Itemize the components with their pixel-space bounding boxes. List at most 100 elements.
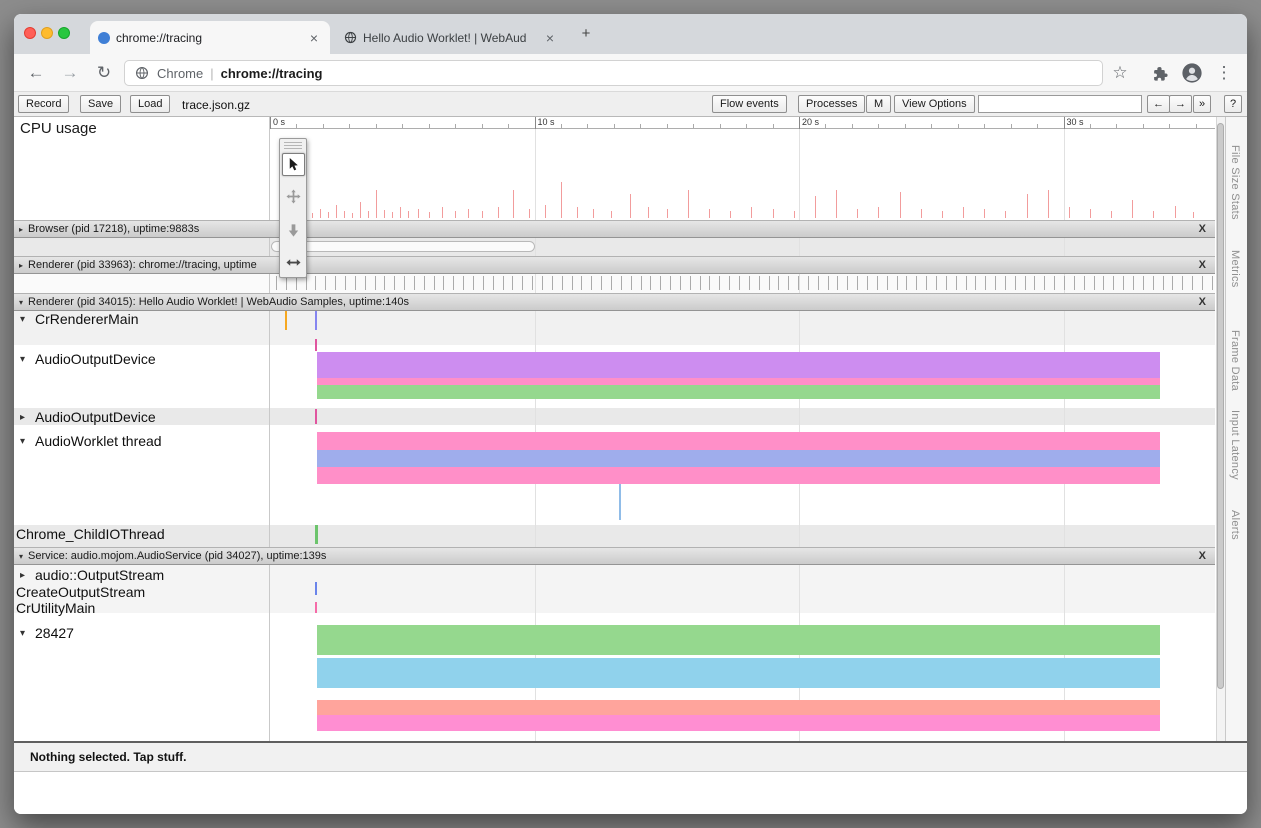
extensions-puzzle-icon[interactable] [1148,61,1172,85]
trace-event-tick[interactable] [956,276,957,290]
profile-avatar[interactable] [1181,62,1203,84]
trace-event-tick[interactable] [778,276,779,290]
cpu-usage-track[interactable] [14,117,1215,220]
trace-event-tick[interactable] [985,276,986,290]
trace-event-tick[interactable] [1103,276,1104,290]
trace-span-28427-blue[interactable] [317,658,1160,688]
trace-event-tick[interactable] [1212,276,1213,290]
side-tab-input-latency[interactable]: Input Latency [1229,410,1241,480]
record-button[interactable]: Record [18,95,69,113]
view-options-button[interactable]: View Options [894,95,975,113]
trace-event-tick[interactable] [404,276,405,290]
thread-label-chrome-child-io[interactable]: Chrome_ChildIOThread [16,526,165,542]
trace-event-tick[interactable] [995,276,996,290]
process-header-audio-service[interactable]: ▾ Service: audio.mojom.AudioService (pid… [14,547,1215,565]
thread-label-cr-renderer-main[interactable]: ▾ CrRendererMain [20,311,138,327]
trace-event-tick[interactable] [443,276,444,290]
trace-event-tick[interactable] [1084,276,1085,290]
trace-event-tick[interactable] [867,276,868,290]
trace-event-tick[interactable] [857,276,858,290]
trace-event-tick[interactable] [1094,276,1095,290]
trace-event-tick[interactable] [483,276,484,290]
trace-event-tick[interactable] [975,276,976,290]
trace-event-tick[interactable] [660,276,661,290]
forward-icon[interactable]: → [58,61,82,85]
back-icon[interactable]: ← [24,61,48,85]
trace-event-child-io-green[interactable] [315,525,318,544]
close-track-button[interactable]: X [1199,223,1206,235]
trace-event-tick[interactable] [384,276,385,290]
trace-event-tick[interactable] [946,276,947,290]
trace-event-tick[interactable] [1025,276,1026,290]
expanded-triangle-icon[interactable]: ▾ [19,552,23,561]
chrome-child-io-track[interactable] [14,525,1215,547]
audio-output-device-2-track[interactable] [14,408,1215,425]
trace-event-utility-main-pink[interactable] [315,602,317,613]
close-window-button[interactable] [24,27,36,39]
trace-event-tick[interactable] [916,276,917,290]
trace-event-aod2-magenta[interactable] [315,409,317,424]
trace-event-tick[interactable] [503,276,504,290]
processes-button[interactable]: Processes [798,95,865,113]
trace-event-tick[interactable] [365,276,366,290]
fullscreen-window-button[interactable] [58,27,70,39]
trace-event-tick[interactable] [424,276,425,290]
expanded-triangle-icon[interactable]: ▾ [19,298,23,307]
trace-event-tick[interactable] [1113,276,1114,290]
trace-event-tick[interactable] [749,276,750,290]
trace-event-tick[interactable] [493,276,494,290]
trace-span-worklet-top[interactable] [317,432,1160,450]
thread-label-cr-utility-main[interactable]: CrUtilityMain [16,600,95,616]
trace-event-renderer-main-blue[interactable] [315,311,317,330]
trace-event-tick[interactable] [296,276,297,290]
trace-event-tick[interactable] [591,276,592,290]
trace-event-tick[interactable] [690,276,691,290]
trace-event-tick[interactable] [966,276,967,290]
thread-label-audio-output-device-2[interactable]: ▸ AudioOutputDevice [20,409,156,425]
trace-event-tick[interactable] [680,276,681,290]
trace-event-tick[interactable] [670,276,671,290]
trace-event-tick[interactable] [906,276,907,290]
trace-event-tick[interactable] [1034,276,1035,290]
trace-event-tick[interactable] [601,276,602,290]
trace-event-tick[interactable] [887,276,888,290]
trace-event-tick[interactable] [936,276,937,290]
trace-event-tick[interactable] [306,276,307,290]
side-tab-metrics[interactable]: Metrics [1229,250,1241,288]
collapsed-triangle-icon[interactable]: ▸ [20,412,35,423]
tab-tracing[interactable]: chrome://tracing × [90,21,330,54]
trace-span-28427-salmon[interactable] [317,700,1160,715]
side-tab-file-size-stats[interactable]: File Size Stats [1229,145,1241,220]
trace-event-tick[interactable] [394,276,395,290]
close-track-button[interactable]: X [1199,296,1206,308]
tab-close-icon[interactable]: × [542,30,558,46]
scrollbar-thumb[interactable] [1217,123,1224,689]
trace-event-tick[interactable] [611,276,612,290]
collapsed-triangle-icon[interactable]: ▸ [20,570,35,581]
trace-event-tick[interactable] [621,276,622,290]
trace-event-tick[interactable] [719,276,720,290]
trace-event-tick[interactable] [739,276,740,290]
menu-kebab-icon[interactable]: ⋮ [1212,61,1236,85]
trace-event-tick[interactable] [759,276,760,290]
thread-label-create-output-stream[interactable]: CreateOutputStream [16,584,145,600]
trace-event-tick[interactable] [837,276,838,290]
trace-event-tick[interactable] [276,276,277,290]
trace-event-tick[interactable] [286,276,287,290]
trace-event-tick[interactable] [552,276,553,290]
flow-events-button[interactable]: Flow events [712,95,787,113]
trace-span-28427-pink[interactable] [317,715,1160,731]
tab-close-icon[interactable]: × [306,30,322,46]
process-header-renderer-audio[interactable]: ▾ Renderer (pid 34015): Hello Audio Work… [14,293,1215,311]
browser-track[interactable] [14,237,1215,256]
trace-event-tick[interactable] [818,276,819,290]
close-track-button[interactable]: X [1199,259,1206,271]
trace-event-tick[interactable] [1182,276,1183,290]
side-tab-frame-data[interactable]: Frame Data [1229,330,1241,391]
trace-event-tick[interactable] [542,276,543,290]
trace-event-tick[interactable] [1054,276,1055,290]
reload-icon[interactable]: ↻ [92,61,116,85]
trace-event-tick[interactable] [512,276,513,290]
trace-event-tick[interactable] [769,276,770,290]
load-button[interactable]: Load [130,95,170,113]
